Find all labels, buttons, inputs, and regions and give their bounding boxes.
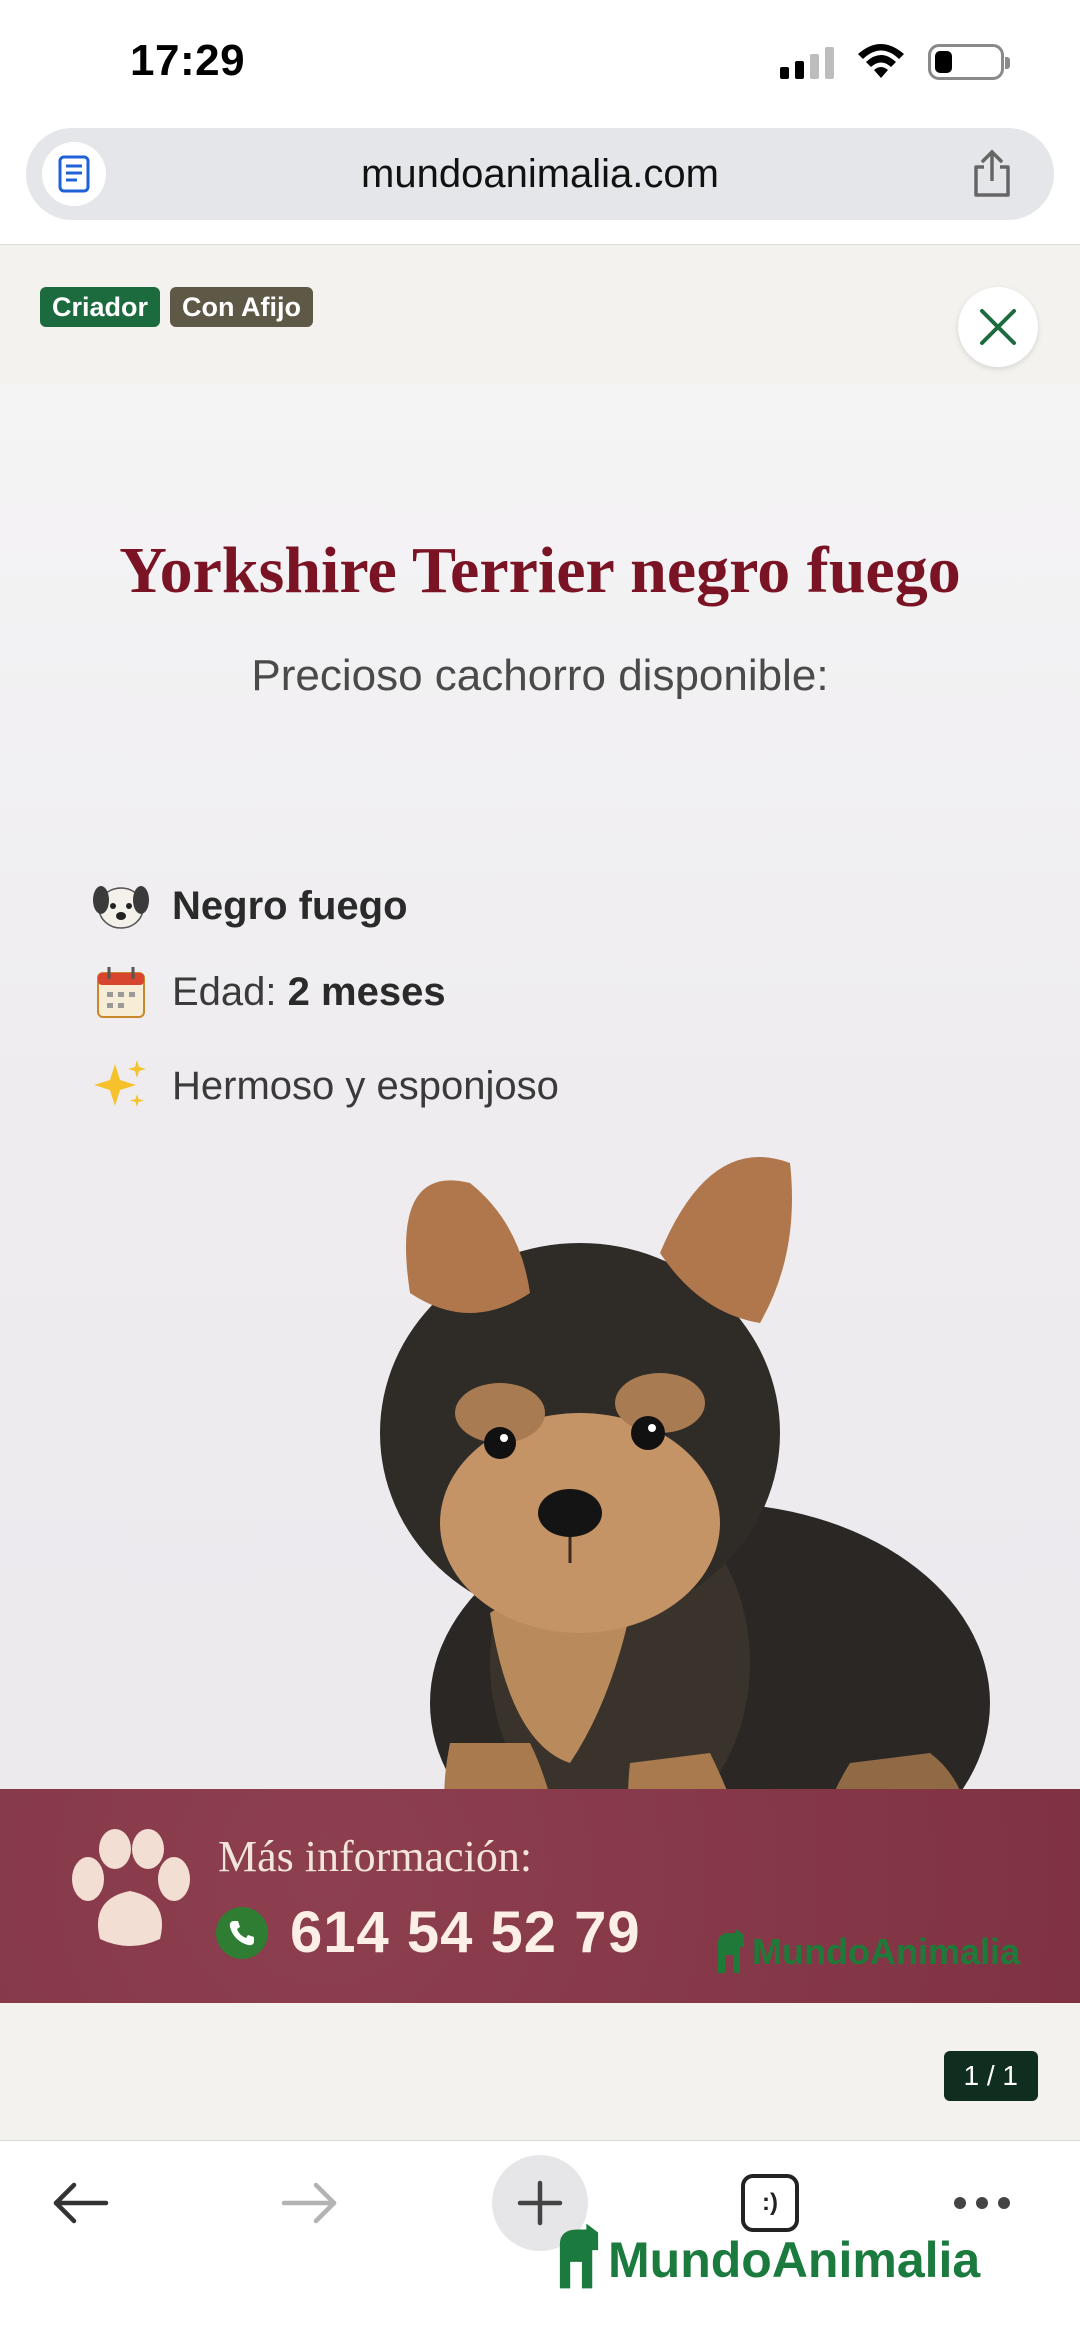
- sparkles-icon: [90, 1055, 152, 1117]
- ad-title: Yorkshire Terrier negro fuego: [119, 534, 961, 607]
- feature-age-label: Edad:: [172, 969, 288, 1014]
- watermark-brand-logo: MundoAnimalia: [554, 2223, 980, 2289]
- tag-con-afijo: Con Afijo: [170, 287, 313, 327]
- forward-icon[interactable]: [262, 2155, 358, 2251]
- listing-page: Criador Con Afijo Yorkshire Terrier negr…: [0, 244, 1080, 2140]
- feature-age-value: 2 meses: [287, 969, 446, 1014]
- listing-tags: Criador Con Afijo: [40, 287, 313, 327]
- dog-face-icon: [90, 875, 152, 937]
- ad-feature-age: Edad: 2 meses: [90, 961, 446, 1023]
- ad-feature-coat: Hermoso y esponjoso: [90, 1055, 559, 1117]
- brand-logo-icon: [718, 1929, 744, 1973]
- banner-brand-text: MundoAnimalia: [752, 1931, 1020, 1972]
- ad-subtitle: Precioso cachorro disponible:: [251, 651, 829, 700]
- browser-toolbar: :) MundoAnimalia: [0, 2140, 1080, 2336]
- watermark-brand-text: MundoAnimalia: [608, 2232, 981, 2288]
- status-time: 17:29: [130, 36, 246, 85]
- tag-criador: Criador: [40, 287, 161, 327]
- contact-banner: Más información: 614 54 52 79 MundoAnima…: [0, 1789, 1080, 2003]
- more-info-label: Más información:: [218, 1832, 533, 1881]
- close-icon[interactable]: [958, 287, 1038, 367]
- share-icon[interactable]: [964, 146, 1020, 202]
- image-counter: 1 / 1: [943, 2051, 1038, 2101]
- calendar-icon: [90, 961, 152, 1023]
- wifi-icon: [858, 44, 904, 78]
- paw-icon: [72, 1829, 190, 1946]
- feature-coat-text: Hermoso y esponjoso: [172, 1063, 559, 1108]
- back-icon[interactable]: [32, 2155, 128, 2251]
- battery-icon: [928, 44, 1010, 80]
- listing-image[interactable]: Yorkshire Terrier negro fuego Precioso c…: [0, 383, 1080, 2003]
- address-bar[interactable]: mundoanimalia.com: [26, 128, 1054, 220]
- url-text[interactable]: mundoanimalia.com: [26, 152, 1054, 197]
- status-icons: [780, 44, 1010, 80]
- cellular-signal-icon: [780, 45, 834, 79]
- status-bar: 17:29: [0, 0, 1080, 124]
- phone-icon: [216, 1906, 268, 1959]
- phone-row[interactable]: 614 54 52 79: [216, 1899, 641, 1966]
- feature-color-text: Negro fuego: [172, 883, 408, 928]
- brand-logo-icon: [559, 2223, 599, 2289]
- phone-number[interactable]: 614 54 52 79: [290, 1899, 641, 1966]
- banner-brand-logo: MundoAnimalia: [714, 1929, 1020, 1973]
- ad-feature-color: Negro fuego: [90, 875, 408, 937]
